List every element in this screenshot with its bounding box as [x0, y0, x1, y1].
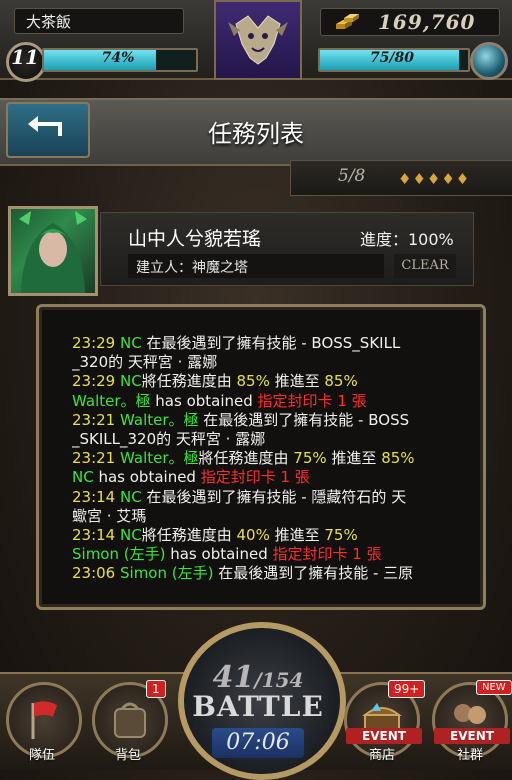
log-segment: 蠍宮 · 艾瑪 [72, 506, 147, 525]
log-segment: has obtained [93, 468, 201, 487]
log-segment: Simon (左手) [120, 564, 214, 582]
log-line: 蠍宮 · 艾瑪 [72, 507, 450, 526]
log-segment: Walter。極 [120, 410, 199, 429]
log-segment: NC [120, 526, 142, 545]
log-segment: 在最後遇到了擁有技能 - 三原 [213, 564, 414, 582]
log-segment: 23:14 [72, 487, 120, 506]
log-segment: 將任務進度由 [141, 372, 237, 391]
back-arrow-icon [28, 116, 62, 136]
shop-count-badge: 99+ [388, 680, 426, 698]
log-segment: 75% [324, 526, 358, 545]
quest-progress: 進度：100% [360, 230, 454, 249]
log-segment: 推進至 [326, 449, 382, 468]
log-line: Simon (左手) has obtained 指定封印卡 1 張 [72, 545, 450, 564]
battle-total: /154 [254, 668, 304, 692]
player-name: 大茶飯 [26, 13, 72, 31]
gold-amount: 169,760 [378, 10, 476, 34]
gold-bars-icon [336, 14, 359, 29]
bag-count-badge: 1 [146, 680, 166, 698]
stage-pips: ♦♦♦♦♦ [398, 170, 471, 188]
log-line: Walter。極 has obtained 指定封印卡 1 張 [72, 392, 450, 411]
log-segment: 23:21 [72, 410, 120, 429]
stamina-value: 75/80 [369, 50, 415, 66]
log-segment: 23:21 [72, 449, 120, 468]
activity-log[interactable]: 23:29 NC 在最後遇到了擁有技能 - BOSS_SKILL _320的 天秤… [72, 334, 450, 582]
back-button[interactable] [6, 102, 90, 158]
page-title: 任務列表 [208, 120, 304, 148]
log-line: 23:29 NC 在最後遇到了擁有技能 - BOSS_SKILL [72, 334, 450, 353]
log-segment: 在最後遇到了擁有技能 - BOSS [198, 410, 410, 429]
log-segment: 指定封印卡 1 張 [200, 468, 310, 487]
quest-name: 山中人兮貌若瑤 [128, 228, 262, 250]
shop-event-tag: EVENT [346, 728, 422, 744]
log-segment: 推進至 [269, 526, 325, 545]
team-label: 隊伍 [28, 748, 55, 763]
log-line: _320的 天秤宮 · 露娜 [72, 353, 450, 372]
log-segment: _SKILL_320的 天秤宮 · 露娜 [72, 430, 266, 449]
player-level: 11 [11, 45, 39, 69]
battle-label: BATTLE [192, 690, 324, 723]
log-line: 23:21 Walter。極將任務進度由 75% 推進至 85% [72, 449, 450, 468]
log-segment: 23:29 [72, 334, 120, 352]
log-segment: 指定封印卡 1 張 [272, 545, 382, 564]
quest-stage-count: 5/8 [338, 166, 366, 186]
log-segment: NC [72, 468, 94, 487]
log-segment: 85% [324, 372, 358, 391]
log-segment: Walter。極 [120, 449, 199, 468]
shop-label: 商店 [368, 748, 395, 763]
dryad-portrait-icon [19, 211, 87, 293]
log-segment: 23:14 [72, 526, 120, 545]
log-segment: 在最後遇到了擁有技能 - 隱藏符石的 天 [141, 487, 407, 506]
log-line: 23:21 Walter。極 在最後遇到了擁有技能 - BOSS [72, 411, 450, 430]
log-segment: _320的 天秤宮 · 露娜 [72, 353, 218, 372]
guild-emblem[interactable] [214, 0, 302, 80]
log-segment: 75% [293, 449, 327, 468]
log-line: 23:06 Simon (左手) 在最後遇到了擁有技能 - 三原 [72, 564, 450, 582]
log-segment: NC [120, 487, 142, 506]
log-line: _SKILL_320的 天秤宮 · 露娜 [72, 430, 450, 449]
bag-label: 背包 [114, 748, 141, 763]
log-segment: 將任務進度由 [198, 449, 294, 468]
log-segment: has obtained [150, 391, 258, 410]
log-segment: 在最後遇到了擁有技能 - BOSS_SKILL [141, 334, 401, 352]
clear-status-badge: CLEAR [394, 254, 456, 278]
exp-percent: 74% [101, 50, 135, 66]
social-new-badge: NEW [476, 680, 512, 695]
log-segment: 推進至 [269, 372, 325, 391]
social-event-tag: EVENT [434, 728, 510, 744]
log-segment: 將任務進度由 [141, 526, 237, 545]
log-segment: 23:29 [72, 372, 120, 391]
log-segment: Walter。極 [72, 391, 151, 410]
log-segment: 指定封印卡 1 張 [257, 391, 367, 410]
log-segment: Simon (左手) [72, 545, 166, 564]
battle-timer: 07:06 [212, 728, 304, 758]
quest-creator: 建立人：神魔之塔 [136, 260, 248, 276]
log-line: 23:14 NC 在最後遇到了擁有技能 - 隱藏符石的 天 [72, 488, 450, 507]
log-segment: 85% [236, 372, 270, 391]
stamina-orb-icon[interactable] [470, 42, 508, 80]
quest-boss-portrait[interactable] [8, 206, 98, 296]
log-segment: 23:06 [72, 564, 120, 582]
demon-crest-icon [228, 15, 288, 65]
log-segment: 40% [236, 526, 270, 545]
log-line: 23:29 NC將任務進度由 85% 推進至 85% [72, 372, 450, 391]
log-segment: 85% [381, 449, 415, 468]
log-segment: NC [120, 372, 142, 391]
log-segment: NC [120, 334, 142, 352]
social-label: 社群 [456, 748, 483, 763]
log-segment: has obtained [165, 545, 273, 564]
log-line: NC has obtained 指定封印卡 1 張 [72, 468, 450, 487]
log-line: 23:14 NC將任務進度由 40% 推進至 75% [72, 526, 450, 545]
